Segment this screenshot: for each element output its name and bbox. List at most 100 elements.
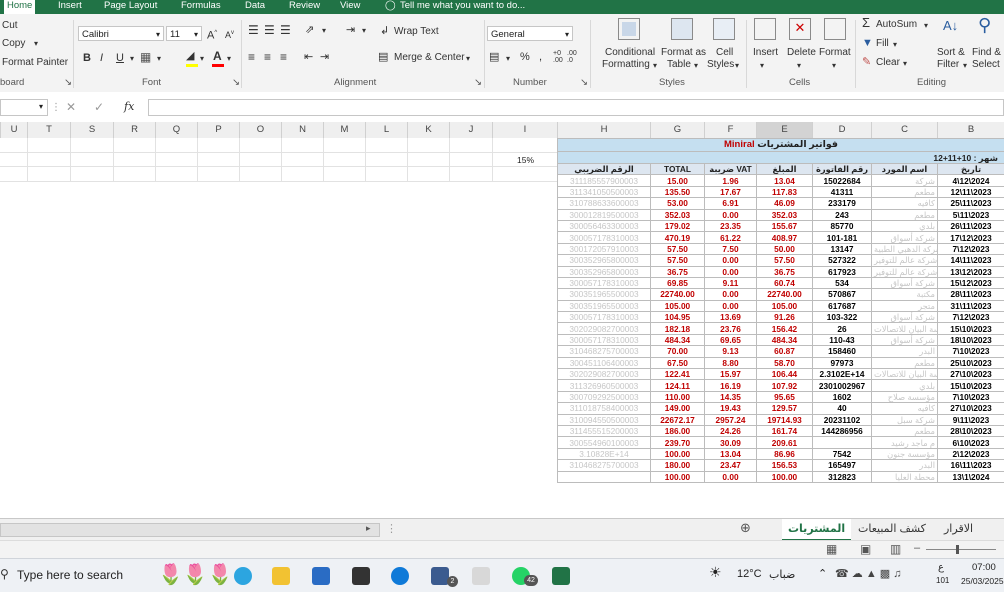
table-cell[interactable]: 352.03 xyxy=(651,209,705,220)
weather-icon[interactable]: ☀ xyxy=(709,564,722,581)
table-cell[interactable]: 300057178310003 xyxy=(558,277,651,288)
table-cell[interactable]: 15022684 xyxy=(813,175,872,186)
table-cell[interactable] xyxy=(813,437,872,448)
merge-dropdown-icon[interactable]: ▾ xyxy=(466,53,470,65)
decrease-indent-icon[interactable]: ⇤ xyxy=(304,51,313,63)
table-cell[interactable]: 26 xyxy=(813,323,872,334)
table-cell[interactable]: 16.19 xyxy=(705,380,757,391)
mail-icon[interactable] xyxy=(472,567,490,585)
table-cell[interactable]: 243 xyxy=(813,209,872,220)
language-indicator[interactable]: ع xyxy=(938,562,944,573)
table-cell[interactable]: 2.3102E+14 xyxy=(813,369,872,380)
taskbar-search-box[interactable]: Type here to search xyxy=(17,568,123,582)
table-cell[interactable]: 104.95 xyxy=(651,312,705,323)
column-header[interactable]: R xyxy=(113,122,155,138)
clock-time[interactable]: 07:00 xyxy=(972,562,996,573)
column-header[interactable]: H xyxy=(557,122,650,138)
table-cell[interactable]: 5\11\2023 xyxy=(938,209,1004,220)
table-cell[interactable]: 110-43 xyxy=(813,334,872,345)
table-cell[interactable]: 53.00 xyxy=(651,198,705,209)
tab-data[interactable]: Data xyxy=(245,0,265,14)
table-cell[interactable]: 117.83 xyxy=(757,186,813,197)
table-cell[interactable]: 0.00 xyxy=(705,209,757,220)
sort-dropdown-icon[interactable]: ▾ xyxy=(963,60,967,72)
tell-me-search[interactable]: Tell me what you want to do... xyxy=(400,0,525,14)
table-cell[interactable]: شركة أسواق xyxy=(872,277,938,288)
table-cell[interactable]: 124.11 xyxy=(651,380,705,391)
table-cell[interactable]: 25\11\2023 xyxy=(938,198,1004,209)
table-cell[interactable]: 0.00 xyxy=(705,289,757,300)
bold-button[interactable]: B xyxy=(83,52,91,64)
table-cell[interactable]: 28\11\2023 xyxy=(938,289,1004,300)
clipboard-launcher-icon[interactable]: ↘ xyxy=(64,77,72,88)
table-cell[interactable]: 57.50 xyxy=(757,255,813,266)
table-cell[interactable]: 161.74 xyxy=(757,425,813,436)
cancel-entry-icon[interactable]: ✕ xyxy=(66,101,76,113)
table-cell[interactable]: 165497 xyxy=(813,460,872,471)
align-left-icon[interactable]: ≡ xyxy=(248,51,255,63)
autosum-dropdown-icon[interactable]: ▾ xyxy=(924,20,928,32)
table-cell[interactable]: 46.09 xyxy=(757,198,813,209)
insert-cells-icon[interactable] xyxy=(754,18,776,40)
table-cell[interactable]: 300554960100003 xyxy=(558,437,651,448)
underline-dropdown-icon[interactable]: ▾ xyxy=(130,53,134,65)
table-cell[interactable]: 13147 xyxy=(813,243,872,254)
delete-button[interactable]: Delete xyxy=(787,47,816,59)
table-cell[interactable]: 7\12\2023 xyxy=(938,243,1004,254)
column-header-cell[interactable]: الرقم الضريبي xyxy=(558,164,651,175)
column-header[interactable]: J xyxy=(449,122,492,138)
orientation-dropdown-icon[interactable]: ▾ xyxy=(322,25,326,37)
merge-center-button[interactable]: Merge & Center xyxy=(394,52,465,64)
table-cell[interactable]: 67.50 xyxy=(651,357,705,368)
conditional-formatting-icon[interactable] xyxy=(618,18,640,40)
column-header[interactable]: E xyxy=(756,122,812,138)
underline-button[interactable]: U xyxy=(116,52,124,64)
chevron-up-icon[interactable]: ⌃ xyxy=(818,567,827,580)
table-cell[interactable]: 300351965500003 xyxy=(558,300,651,311)
increase-decimal-icon[interactable]: +0.00 xyxy=(553,50,563,64)
tray-icons[interactable]: ☎ ☁ ▲ ▩ ♫ xyxy=(835,567,901,580)
table-cell[interactable]: 300352965800003 xyxy=(558,255,651,266)
table-cell[interactable]: 149.00 xyxy=(651,403,705,414)
normal-view-icon[interactable]: ▦ xyxy=(826,542,837,556)
table-cell[interactable]: 28\10\2023 xyxy=(938,425,1004,436)
table-cell[interactable]: 13\12\2023 xyxy=(938,266,1004,277)
sheet-tab-purchases[interactable]: المشتريات xyxy=(782,519,851,541)
comma-style-button[interactable]: , xyxy=(539,51,542,63)
table-cell[interactable]: شركة أسواق xyxy=(872,232,938,243)
sort-filter-label2[interactable]: Filter xyxy=(937,59,959,71)
table-cell[interactable]: 95.65 xyxy=(757,391,813,402)
table-cell[interactable]: 6.91 xyxy=(705,198,757,209)
align-top-icon[interactable]: ☰ xyxy=(248,24,259,36)
table-cell[interactable]: 17\12\2023 xyxy=(938,232,1004,243)
table-cell[interactable]: 617687 xyxy=(813,300,872,311)
table-cell[interactable]: 105.00 xyxy=(651,300,705,311)
percent-style-button[interactable]: % xyxy=(520,51,530,63)
table-cell[interactable]: 40 xyxy=(813,403,872,414)
sheet-tab-declaration[interactable]: الاقرار xyxy=(938,519,979,539)
table-cell[interactable]: 570867 xyxy=(813,289,872,300)
table-cell[interactable]: 91.26 xyxy=(757,312,813,323)
add-sheet-icon[interactable]: ⊕ xyxy=(740,520,751,536)
table-cell[interactable]: 26\11\2023 xyxy=(938,220,1004,231)
find-select-icon[interactable]: ⚲ xyxy=(978,16,991,34)
table-cell[interactable]: 180.00 xyxy=(651,460,705,471)
table-cell[interactable]: 300012819500003 xyxy=(558,209,651,220)
column-header-cell[interactable]: اسم المورد xyxy=(872,164,938,175)
table-cell[interactable]: 3.10828E+14 xyxy=(558,448,651,459)
column-header-cell[interactable]: TOTAL xyxy=(651,164,705,175)
borders-dropdown-icon[interactable]: ▾ xyxy=(157,53,161,65)
table-cell[interactable]: 18\10\2023 xyxy=(938,334,1004,345)
table-cell[interactable]: شركة سبل xyxy=(872,414,938,425)
fill-button[interactable]: Fill xyxy=(876,38,889,50)
column-header-cell[interactable]: رقم الفاتورة xyxy=(813,164,872,175)
table-cell[interactable]: 58.70 xyxy=(757,357,813,368)
table-cell[interactable]: مطعم xyxy=(872,425,938,436)
decrease-decimal-icon[interactable]: .00.0 xyxy=(567,50,577,64)
scroll-right-icon[interactable]: ▸ xyxy=(366,523,371,534)
table-cell[interactable]: 135.50 xyxy=(651,186,705,197)
format-as-table-icon[interactable] xyxy=(671,18,693,40)
table-cell[interactable]: 61.22 xyxy=(705,232,757,243)
accounting-format-icon[interactable]: ▤ xyxy=(489,51,499,63)
font-color-dropdown-icon[interactable]: ▾ xyxy=(227,53,231,65)
